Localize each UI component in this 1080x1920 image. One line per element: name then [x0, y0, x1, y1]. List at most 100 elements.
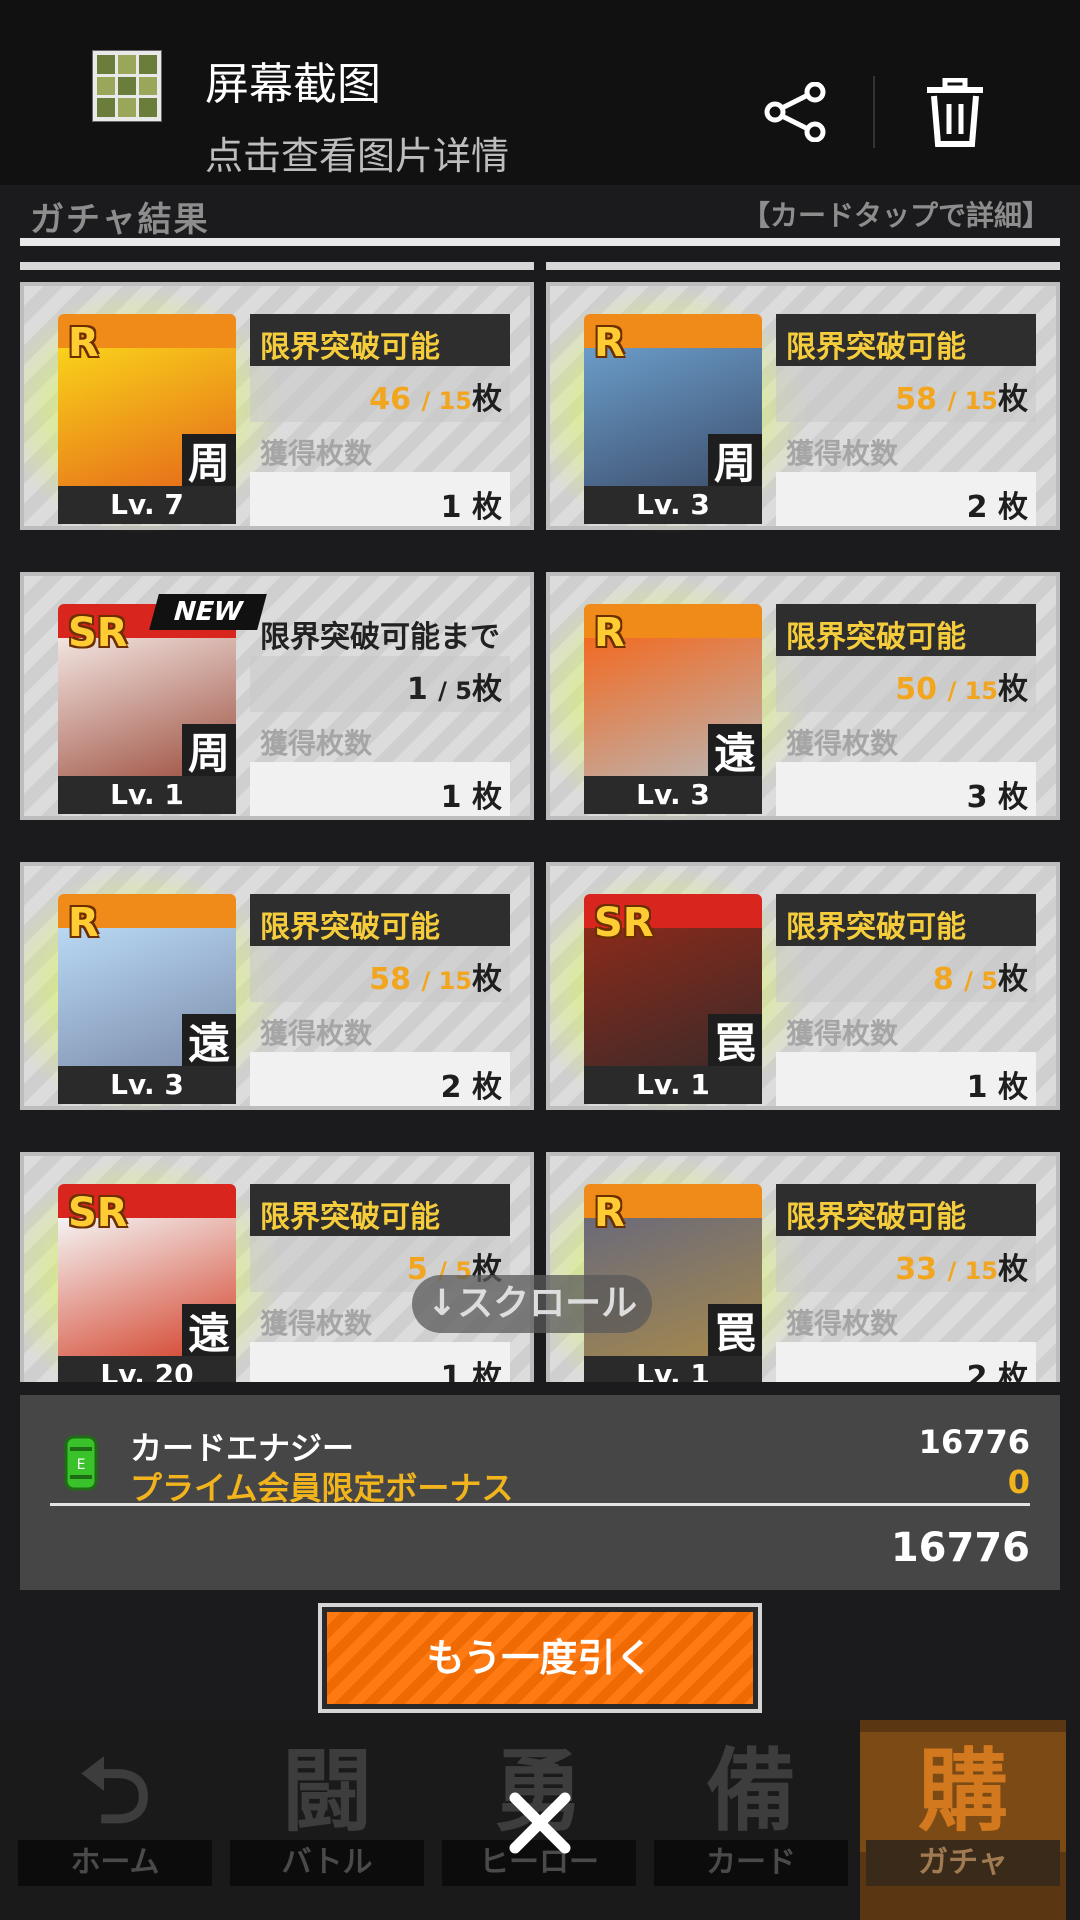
- obtained-count-row: 1 枚: [250, 1342, 510, 1382]
- card-owned-count: 58 / 15枚: [776, 366, 1036, 422]
- card-art: SR 周: [58, 604, 236, 784]
- nav-card[interactable]: 備カード: [648, 1720, 854, 1920]
- limit-break-status-text: 限界突破可能: [786, 620, 966, 655]
- results-header: ガチャ結果 【カードタップで詳細】: [20, 188, 1060, 240]
- limit-break-status-text: 限界突破可能: [260, 910, 440, 945]
- required-value: / 15: [421, 387, 472, 415]
- owned-count-text: 58 / 15枚: [369, 954, 502, 998]
- required-value: / 15: [421, 967, 472, 995]
- screenshot-thumbnail[interactable]: [92, 50, 162, 122]
- gacha-card[interactable]: R 罠 Lv. 1 限界突破可能 33 / 15枚 獲得枚数 2 枚: [546, 1152, 1060, 1382]
- obtained-label: 獲得枚数: [786, 1017, 899, 1050]
- nav-card-icon: 備: [706, 1739, 796, 1844]
- card-type-badge: 遠: [182, 1304, 236, 1364]
- obtained-count-row: 1 枚: [776, 1052, 1036, 1106]
- card-art: R遠: [58, 894, 236, 1074]
- gacha-result-grid: R 周 Lv. 7 限界突破可能 46 / 15枚 獲得枚数 1 枚 R 周 Lv. 3 限界突破可…: [20, 282, 1060, 1382]
- svg-text:E: E: [77, 1457, 86, 1473]
- close-icon[interactable]: [505, 1788, 575, 1858]
- screenshot-toolbar: 屏幕截图 点击查看图片详情: [0, 0, 1080, 185]
- card-owned-count: 58 / 15枚: [250, 946, 510, 1002]
- gacha-card[interactable]: SR 周 Lv. 1 NEW 限界突破可能まで 1 / 5枚 獲得枚数 1 枚: [20, 572, 534, 820]
- card-type-badge: 遠: [708, 724, 762, 784]
- obtained-count: 2 枚: [966, 490, 1028, 525]
- limit-break-status: 限界突破可能: [776, 314, 1036, 366]
- nav-home[interactable]: ⮌ ホーム: [12, 1720, 218, 1920]
- trash-icon[interactable]: [925, 78, 985, 148]
- nav-home-label: ホーム: [18, 1840, 212, 1886]
- owned-count-text: 1 / 5枚: [407, 664, 502, 708]
- energy-divider: [50, 1503, 1030, 1506]
- obtained-count: 2 枚: [440, 1070, 502, 1105]
- card-level: Lv. 7: [58, 486, 236, 524]
- screenshot-title[interactable]: 屏幕截图: [205, 48, 381, 112]
- card-art: R罠: [584, 1184, 762, 1364]
- nav-gacha-icon: 購: [860, 1732, 1066, 1852]
- limit-break-status: 限界突破可能まで: [250, 604, 510, 656]
- obtained-count-row: 2 枚: [776, 1342, 1036, 1382]
- gacha-card[interactable]: SR 罠 Lv. 1 限界突破可能 8 / 5枚 獲得枚数 1 枚: [546, 862, 1060, 1114]
- obtained-label-row: 獲得枚数: [776, 1002, 1036, 1054]
- limit-break-status: 限界突破可能: [776, 1184, 1036, 1236]
- card-owned-count: 50 / 15枚: [776, 656, 1036, 712]
- limit-break-status-text: 限界突破可能: [786, 1200, 966, 1235]
- nav-battle-icon: 闘: [282, 1739, 372, 1844]
- card-art: R遠: [584, 604, 762, 784]
- card-type-badge: 遠: [182, 1014, 236, 1074]
- nav-battle[interactable]: 闘バトル: [224, 1720, 430, 1920]
- rarity-badge: R: [594, 1190, 625, 1236]
- screenshot-subtitle[interactable]: 点击查看图片详情: [205, 125, 509, 180]
- card-owned-count: 46 / 15枚: [250, 366, 510, 422]
- prime-bonus-value: 0: [1007, 1463, 1030, 1501]
- toolbar-divider: [873, 76, 875, 148]
- obtained-label: 獲得枚数: [260, 1017, 373, 1050]
- owned-count-text: 46 / 15枚: [369, 374, 502, 418]
- card-type-badge: 罠: [708, 1014, 762, 1074]
- limit-break-status: 限界突破可能: [776, 894, 1036, 946]
- limit-break-status-text: 限界突破可能: [786, 910, 966, 945]
- limit-break-status: 限界突破可能: [250, 314, 510, 366]
- card-art: R周: [58, 314, 236, 494]
- obtained-label: 獲得枚数: [260, 1307, 373, 1340]
- limit-break-status: 限界突破可能: [250, 894, 510, 946]
- obtained-label-row: 獲得枚数: [776, 1292, 1036, 1344]
- obtained-label: 獲得枚数: [260, 727, 373, 760]
- draw-again-button[interactable]: もう一度引く: [318, 1603, 762, 1713]
- card-energy-panel: E カードエナジー 16776 プライム会員限定ボーナス 0 16776: [20, 1395, 1060, 1590]
- obtained-count: 2 枚: [966, 1360, 1028, 1382]
- card-owned-count: 33 / 15枚: [776, 1236, 1036, 1292]
- obtained-label-row: 獲得枚数: [250, 422, 510, 474]
- card-art: R周: [584, 314, 762, 494]
- card-type-badge: 罠: [708, 1304, 762, 1364]
- card-art: SR 罠: [584, 894, 762, 1074]
- scroll-hint: ↓スクロール: [412, 1275, 652, 1333]
- required-value: / 15: [947, 677, 998, 705]
- header-divider: [20, 238, 1060, 246]
- owned-unit: 枚: [998, 382, 1028, 417]
- owned-unit: 枚: [472, 672, 502, 707]
- gacha-card[interactable]: SR 遠 Lv. 20 限界突破可能 5 / 5枚 獲得枚数 1 枚: [20, 1152, 534, 1382]
- obtained-label: 獲得枚数: [786, 727, 899, 760]
- rarity-badge: SR: [68, 610, 128, 656]
- limit-break-status-text: 限界突破可能まで: [260, 620, 500, 655]
- rarity-badge: R: [594, 320, 625, 366]
- card-energy-total: 16776: [890, 1525, 1030, 1571]
- draw-again-label: もう一度引く: [327, 1612, 753, 1704]
- gacha-card[interactable]: R 周 Lv. 7 限界突破可能 46 / 15枚 獲得枚数 1 枚: [20, 282, 534, 534]
- owned-count-text: 33 / 15枚: [895, 1244, 1028, 1288]
- limit-break-status-text: 限界突破可能: [786, 330, 966, 365]
- card-level: Lv. 1: [584, 1356, 762, 1382]
- gacha-card[interactable]: R 遠 Lv. 3 限界突破可能 58 / 15枚 獲得枚数 2 枚: [20, 862, 534, 1114]
- limit-break-status: 限界突破可能: [250, 1184, 510, 1236]
- nav-gacha[interactable]: 購ガチャ: [860, 1720, 1066, 1920]
- owned-count-text: 50 / 15枚: [895, 664, 1028, 708]
- obtained-count: 1 枚: [440, 490, 502, 525]
- nav-card-label: カード: [654, 1840, 848, 1886]
- share-icon[interactable]: [763, 82, 829, 142]
- gacha-card[interactable]: R 遠 Lv. 3 限界突破可能 50 / 15枚 獲得枚数 3 枚: [546, 572, 1060, 824]
- rarity-badge: R: [68, 320, 99, 366]
- owned-value: 33: [895, 1252, 938, 1287]
- owned-unit: 枚: [998, 962, 1028, 997]
- owned-unit: 枚: [472, 382, 502, 417]
- gacha-card[interactable]: R 周 Lv. 3 限界突破可能 58 / 15枚 獲得枚数 2 枚: [546, 282, 1060, 534]
